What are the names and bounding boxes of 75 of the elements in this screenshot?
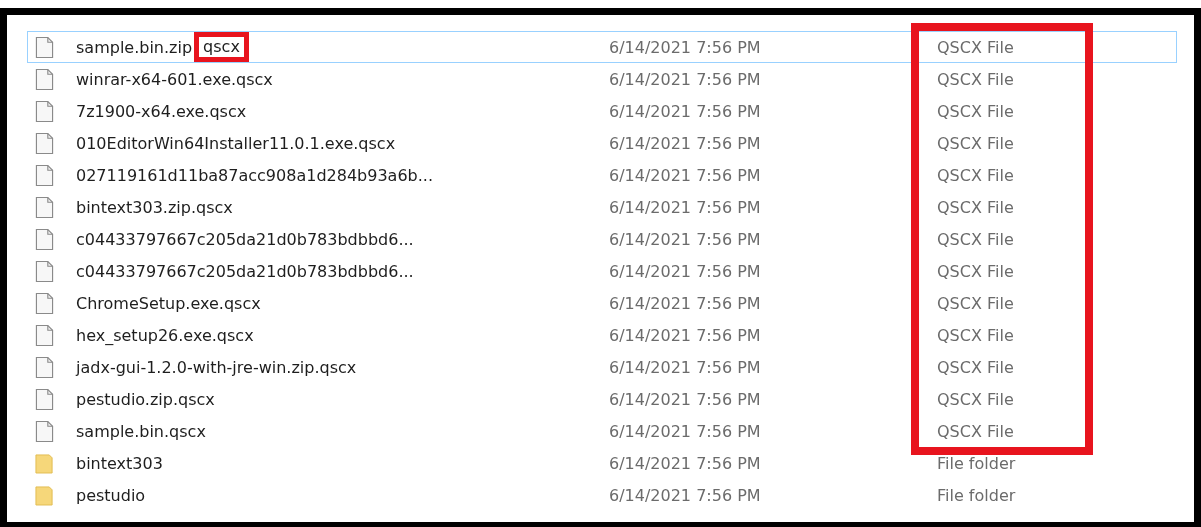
file-row[interactable]: sample.bin.qscx xyxy=(27,415,609,447)
file-name: c04433797667c205da21d0b783bdbbd6... xyxy=(76,261,414,281)
file-name: c04433797667c205da21d0b783bdbbd6... xyxy=(76,229,414,249)
file-type: QSCX File xyxy=(911,255,1093,287)
file-row[interactable]: pestudio xyxy=(27,479,609,511)
file-name: sample.bin.zip xyxy=(76,37,193,57)
folder-icon xyxy=(35,451,54,475)
file-row[interactable]: bintext303.zip.qscx xyxy=(27,191,609,223)
date-modified: 6/14/2021 7:56 PM xyxy=(609,357,761,377)
file-row[interactable]: 027119161d11ba87acc908a1d284b93a6b... xyxy=(27,159,609,191)
file-name: 010EditorWin64Installer11.0.1.exe.qscx xyxy=(76,133,396,153)
file-icon xyxy=(35,323,54,347)
file-icon xyxy=(35,163,54,187)
folder-icon xyxy=(35,483,54,507)
file-row[interactable]: jadx-gui-1.2.0-with-jre-win.zip.qscx xyxy=(27,351,609,383)
date-modified: 6/14/2021 7:56 PM xyxy=(609,325,761,345)
file-type: QSCX File xyxy=(911,191,1093,223)
file-type: QSCX File xyxy=(911,415,1093,455)
file-type: QSCX File xyxy=(911,159,1093,191)
file-icon xyxy=(35,259,54,283)
file-type: QSCX File xyxy=(911,383,1093,415)
file-row[interactable]: c04433797667c205da21d0b783bdbbd6... xyxy=(27,255,609,287)
file-type: QSCX File xyxy=(911,63,1093,95)
date-modified: 6/14/2021 7:56 PM xyxy=(609,261,761,281)
file-row[interactable]: ChromeSetup.exe.qscx xyxy=(27,287,609,319)
file-icon xyxy=(35,99,54,123)
file-name: sample.bin.qscx xyxy=(76,421,206,441)
date-modified: 6/14/2021 7:56 PM xyxy=(609,229,761,249)
file-type: File folder xyxy=(936,484,1017,507)
file-name: bintext303 xyxy=(76,453,163,473)
file-name: hex_setup26.exe.qscx xyxy=(76,325,254,345)
file-row[interactable]: hex_setup26.exe.qscx xyxy=(27,319,609,351)
file-name: ChromeSetup.exe.qscx xyxy=(76,293,261,313)
file-type: QSCX File xyxy=(911,95,1093,127)
file-type: QSCX File xyxy=(911,23,1093,63)
file-icon xyxy=(35,227,54,251)
file-icon xyxy=(35,67,54,91)
file-icon xyxy=(35,387,54,411)
file-type: File folder xyxy=(936,452,1017,475)
file-name: bintext303.zip.qscx xyxy=(76,197,233,217)
file-name: winrar-x64-601.exe.qscx xyxy=(76,69,273,89)
date-modified: 6/14/2021 7:56 PM xyxy=(609,485,761,505)
file-row[interactable]: winrar-x64-601.exe.qscx xyxy=(27,63,609,95)
file-icon xyxy=(35,131,54,155)
file-icon xyxy=(35,419,54,443)
date-modified: 6/14/2021 7:56 PM xyxy=(609,421,761,441)
date-modified: 6/14/2021 7:56 PM xyxy=(609,165,761,185)
file-icon xyxy=(35,355,54,379)
file-row[interactable]: pestudio.zip.qscx xyxy=(27,383,609,415)
file-type: QSCX File xyxy=(911,319,1093,351)
date-modified: 6/14/2021 7:56 PM xyxy=(609,293,761,313)
file-type: QSCX File xyxy=(911,351,1093,383)
file-name: jadx-gui-1.2.0-with-jre-win.zip.qscx xyxy=(76,357,357,377)
file-type: QSCX File xyxy=(911,223,1093,255)
date-modified: 6/14/2021 7:56 PM xyxy=(609,69,761,89)
date-modified: 6/14/2021 7:56 PM xyxy=(609,197,761,217)
date-modified: 6/14/2021 7:56 PM xyxy=(609,453,761,473)
file-name: 027119161d11ba87acc908a1d284b93a6b... xyxy=(76,165,433,185)
file-row[interactable]: bintext303 xyxy=(27,447,609,479)
date-modified: 6/14/2021 7:56 PM xyxy=(609,133,761,153)
file-type: QSCX File xyxy=(911,127,1093,159)
date-modified: 6/14/2021 7:56 PM xyxy=(609,389,761,409)
file-name: pestudio.zip.qscx xyxy=(76,389,215,409)
file-name: pestudio xyxy=(76,485,146,505)
file-name: 7z1900-x64.exe.qscx xyxy=(76,101,247,121)
date-modified: 6/14/2021 7:56 PM xyxy=(609,101,761,121)
file-icon xyxy=(35,291,54,315)
file-icon xyxy=(35,195,54,219)
file-row[interactable]: c04433797667c205da21d0b783bdbbd6... xyxy=(27,223,609,255)
highlighted-extension: qscx xyxy=(194,32,249,62)
file-row[interactable]: 7z1900-x64.exe.qscx xyxy=(27,95,609,127)
file-type: QSCX File xyxy=(911,287,1093,319)
file-icon xyxy=(35,35,54,59)
file-row[interactable]: 010EditorWin64Installer11.0.1.exe.qscx xyxy=(27,127,609,159)
date-modified: 6/14/2021 7:56 PM xyxy=(609,37,761,57)
